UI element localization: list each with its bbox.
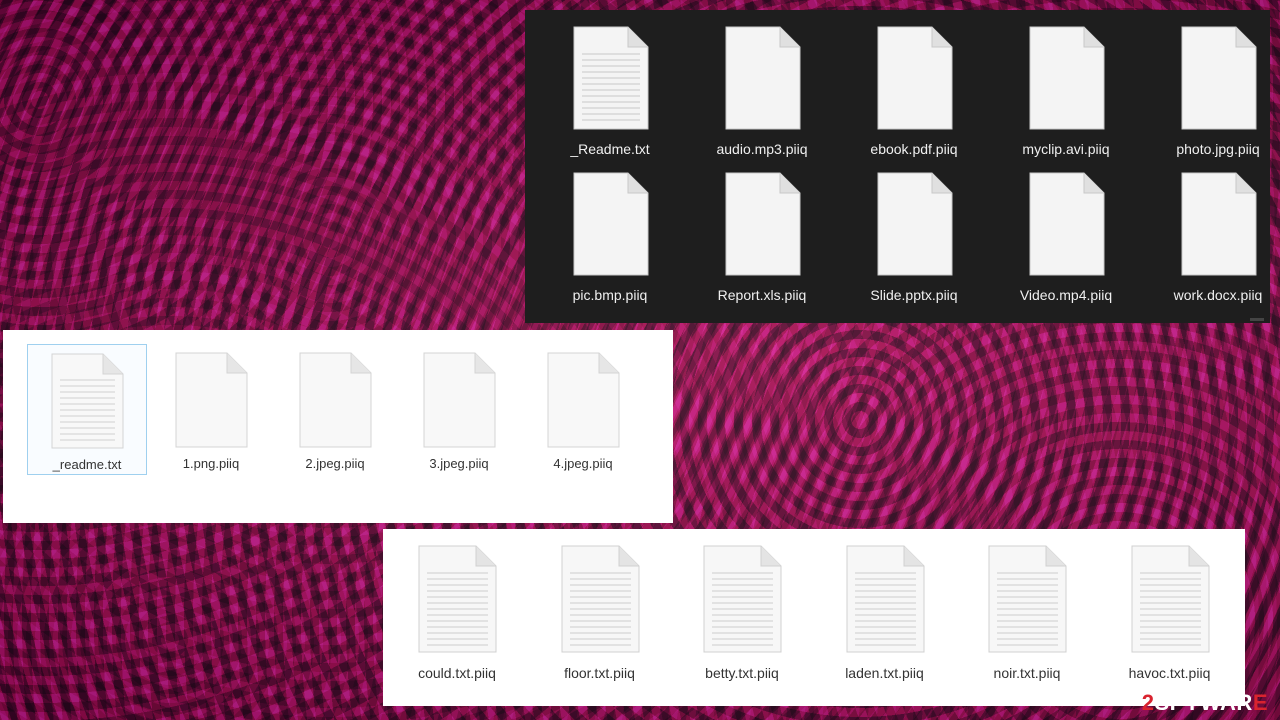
scrollbar[interactable] xyxy=(1250,318,1264,321)
blank-document-icon xyxy=(722,26,802,130)
bottom-file-explorer-panel: could.txt.piiq floor.txt.piiq betty.txt.… xyxy=(383,529,1245,706)
brand-name: SPYWAR xyxy=(1154,690,1253,715)
dark-file-grid: _Readme.txt audio.mp3.piiq ebook.pdf.pii… xyxy=(525,26,1279,318)
file-item[interactable]: pic.bmp.piiq xyxy=(534,172,686,318)
file-name: floor.txt.piiq xyxy=(564,665,635,681)
text-document-icon xyxy=(570,26,650,130)
file-item[interactable]: _readme.txt xyxy=(27,344,147,475)
file-name: work.docx.piiq xyxy=(1173,287,1263,303)
bottom-file-grid: could.txt.piiq floor.txt.piiq betty.txt.… xyxy=(413,545,1268,695)
blank-document-icon xyxy=(570,172,650,276)
file-name: _Readme.txt xyxy=(570,141,650,157)
file-item[interactable]: Slide.pptx.piiq xyxy=(838,172,990,318)
file-name: Report.xls.piiq xyxy=(717,287,807,303)
file-name: 4.jpeg.piiq xyxy=(553,456,613,471)
file-item[interactable]: work.docx.piiq xyxy=(1142,172,1280,318)
text-document-icon xyxy=(986,545,1068,653)
text-document-icon xyxy=(701,545,783,653)
file-item[interactable]: noir.txt.piiq xyxy=(983,545,1071,695)
file-item[interactable]: could.txt.piiq xyxy=(413,545,501,695)
brand-suffix: E xyxy=(1252,690,1268,715)
brand-prefix: 2 xyxy=(1141,690,1155,715)
file-item[interactable]: Video.mp4.piiq xyxy=(990,172,1142,318)
blank-document-icon xyxy=(1178,26,1258,130)
file-item[interactable]: 4.jpeg.piiq xyxy=(523,344,643,475)
file-item[interactable]: myclip.avi.piiq xyxy=(990,26,1142,172)
file-name: could.txt.piiq xyxy=(418,665,496,681)
file-name: audio.mp3.piiq xyxy=(716,141,808,157)
light-file-explorer-panel: _readme.txt 1.png.piiq 2.jpeg.piiq 3.jpe… xyxy=(3,330,673,523)
file-name: _readme.txt xyxy=(52,457,122,472)
file-name: havoc.txt.piiq xyxy=(1128,665,1211,681)
blank-document-icon xyxy=(874,172,954,276)
dark-file-explorer-panel: _Readme.txt audio.mp3.piiq ebook.pdf.pii… xyxy=(525,10,1270,323)
blank-document-icon xyxy=(297,352,373,448)
text-document-icon xyxy=(416,545,498,653)
text-document-icon xyxy=(844,545,926,653)
file-name: myclip.avi.piiq xyxy=(1022,141,1110,157)
file-name: Slide.pptx.piiq xyxy=(870,287,958,303)
file-name: pic.bmp.piiq xyxy=(572,287,648,303)
blank-document-icon xyxy=(545,352,621,448)
file-item[interactable]: audio.mp3.piiq xyxy=(686,26,838,172)
light-file-grid: _readme.txt 1.png.piiq 2.jpeg.piiq 3.jpe… xyxy=(27,344,647,476)
file-name: 1.png.piiq xyxy=(182,456,240,471)
file-name: Video.mp4.piiq xyxy=(1019,287,1113,303)
file-item[interactable]: 1.png.piiq xyxy=(151,344,271,475)
file-name: 3.jpeg.piiq xyxy=(429,456,489,471)
text-document-icon xyxy=(559,545,641,653)
file-name: 2.jpeg.piiq xyxy=(305,456,365,471)
blank-document-icon xyxy=(173,352,249,448)
blank-document-icon xyxy=(722,172,802,276)
file-name: photo.jpg.piiq xyxy=(1176,141,1260,157)
file-item[interactable]: ebook.pdf.piiq xyxy=(838,26,990,172)
file-item[interactable]: 2.jpeg.piiq xyxy=(275,344,395,475)
file-item[interactable]: havoc.txt.piiq xyxy=(1126,545,1214,695)
text-document-icon xyxy=(1129,545,1211,653)
brand-watermark: 2SPYWARE xyxy=(1142,690,1268,716)
blank-document-icon xyxy=(1026,26,1106,130)
file-name: ebook.pdf.piiq xyxy=(870,141,958,157)
file-name: noir.txt.piiq xyxy=(993,665,1061,681)
file-item[interactable]: Report.xls.piiq xyxy=(686,172,838,318)
text-document-icon xyxy=(49,353,125,449)
file-item[interactable]: _Readme.txt xyxy=(534,26,686,172)
blank-document-icon xyxy=(1178,172,1258,276)
blank-document-icon xyxy=(874,26,954,130)
blank-document-icon xyxy=(1026,172,1106,276)
file-item[interactable]: 3.jpeg.piiq xyxy=(399,344,519,475)
file-item[interactable]: floor.txt.piiq xyxy=(556,545,644,695)
file-item[interactable]: photo.jpg.piiq xyxy=(1142,26,1280,172)
file-item[interactable]: laden.txt.piiq xyxy=(841,545,929,695)
blank-document-icon xyxy=(421,352,497,448)
file-item[interactable]: betty.txt.piiq xyxy=(698,545,786,695)
file-name: betty.txt.piiq xyxy=(705,665,779,681)
file-name: laden.txt.piiq xyxy=(845,665,924,681)
